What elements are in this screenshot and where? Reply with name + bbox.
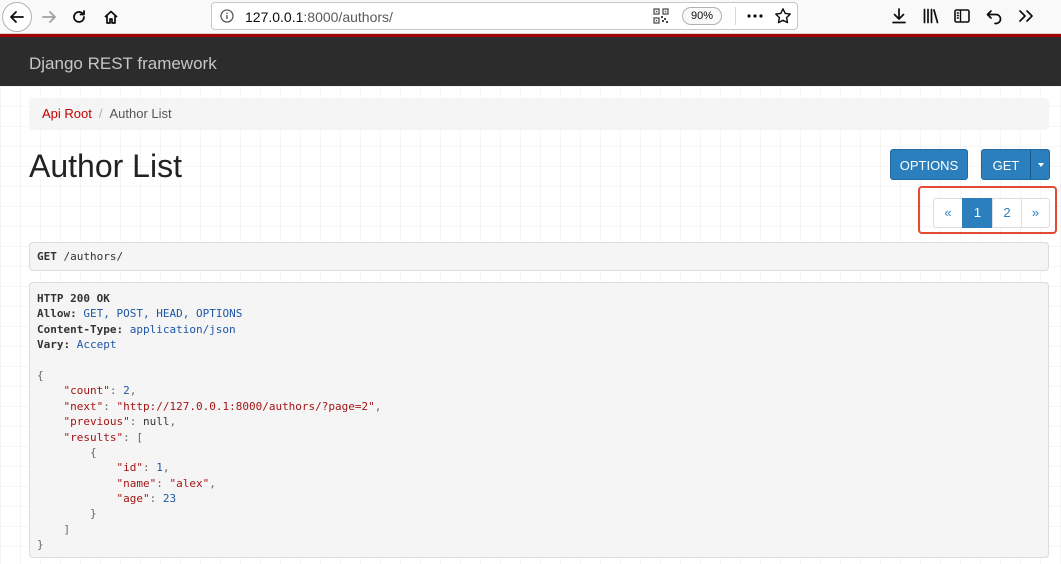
request-info: GET /authors/ [29, 242, 1049, 271]
qr-code-icon[interactable] [653, 8, 669, 24]
info-icon[interactable] [220, 9, 234, 23]
breadcrumb-api-root-link[interactable]: Api Root [42, 106, 92, 121]
pagination-page-1[interactable]: 1 [962, 198, 993, 228]
json-punctuation: { [37, 368, 44, 382]
library-icon[interactable] [921, 6, 941, 26]
json-key: "id" [116, 461, 143, 475]
json-value: 23 [162, 492, 177, 506]
header-name: Vary: [37, 338, 71, 352]
zoom-level-badge[interactable]: 90% [682, 7, 722, 25]
json-value[interactable]: "http://127.0.0.1:8000/authors/?page=2" [117, 400, 375, 413]
navbar-brand[interactable]: Django REST framework [29, 54, 217, 74]
header-name: Allow: [37, 307, 77, 321]
json-key: "next" [63, 399, 104, 413]
header-name: Content-Type: [37, 322, 124, 336]
options-button[interactable]: OPTIONS [890, 149, 968, 180]
page-title: Author List [29, 148, 182, 184]
json-punctuation: } [37, 538, 44, 552]
json-key: "count" [63, 384, 110, 398]
download-icon[interactable] [889, 6, 909, 26]
header-value: Accept [70, 338, 117, 352]
back-button[interactable] [2, 2, 32, 32]
json-punctuation: ] [63, 522, 71, 536]
more-actions-icon[interactable] [746, 8, 764, 24]
pagination: « 1 2 » [933, 198, 1050, 228]
header-value: application/json [123, 322, 236, 336]
pagination-page-2[interactable]: 2 [992, 198, 1022, 228]
undo-icon[interactable] [984, 6, 1004, 26]
breadcrumb-separator: / [98, 106, 103, 121]
urlbar-divider [735, 7, 736, 25]
url-host: 127.0.0.1 [245, 9, 304, 25]
json-value: null [142, 415, 170, 429]
reload-icon [73, 10, 85, 23]
json-value: 2 [123, 384, 130, 398]
response-status: HTTP 200 OK [37, 292, 110, 305]
url-text[interactable]: 127.0.0.1:8000/authors/ [245, 9, 393, 25]
pagination-next[interactable]: » [1021, 198, 1050, 228]
json-punctuation: { [89, 445, 97, 459]
reload-button[interactable] [64, 2, 94, 32]
get-format-dropdown-toggle[interactable] [1030, 149, 1050, 180]
home-icon [104, 10, 118, 24]
home-button[interactable] [96, 2, 126, 32]
json-value: "alex" [169, 476, 210, 490]
response-info: HTTP 200 OK Allow: GET, POST, HEAD, OPTI… [29, 282, 1049, 558]
url-path: :8000/authors/ [303, 9, 393, 25]
caret-down-icon [1038, 163, 1044, 167]
json-key: "previous" [63, 415, 130, 429]
browser-toolbar: 127.0.0.1:8000/authors/ 90% [0, 0, 1061, 34]
request-method: GET [37, 250, 57, 263]
json-value: 1 [156, 461, 163, 475]
arrow-left-icon [10, 11, 24, 23]
breadcrumb-current: Author List [109, 106, 172, 121]
request-path: /authors/ [56, 250, 124, 263]
arrow-right-icon [42, 11, 56, 23]
address-bar[interactable]: 127.0.0.1:8000/authors/ 90% [211, 2, 798, 30]
header-value: GET, POST, HEAD, OPTIONS [76, 307, 243, 321]
overflow-chevrons-icon[interactable] [1016, 6, 1036, 26]
page-content: Api Root / Author List Author List OPTIONS… [0, 86, 1061, 564]
pagination-prev[interactable]: « [933, 198, 963, 228]
get-button[interactable]: GET [981, 149, 1031, 180]
breadcrumb: Api Root / Author List [29, 98, 1049, 130]
bookmark-star-icon[interactable] [774, 7, 792, 25]
json-punctuation: [ [136, 430, 143, 444]
forward-button[interactable] [34, 2, 64, 32]
sidebar-icon[interactable] [952, 6, 972, 26]
json-key: "name" [116, 476, 157, 490]
json-punctuation: } [89, 507, 97, 521]
top-navbar: Django REST framework [0, 34, 1061, 86]
json-key: "results" [63, 430, 124, 444]
json-key: "age" [116, 492, 150, 506]
